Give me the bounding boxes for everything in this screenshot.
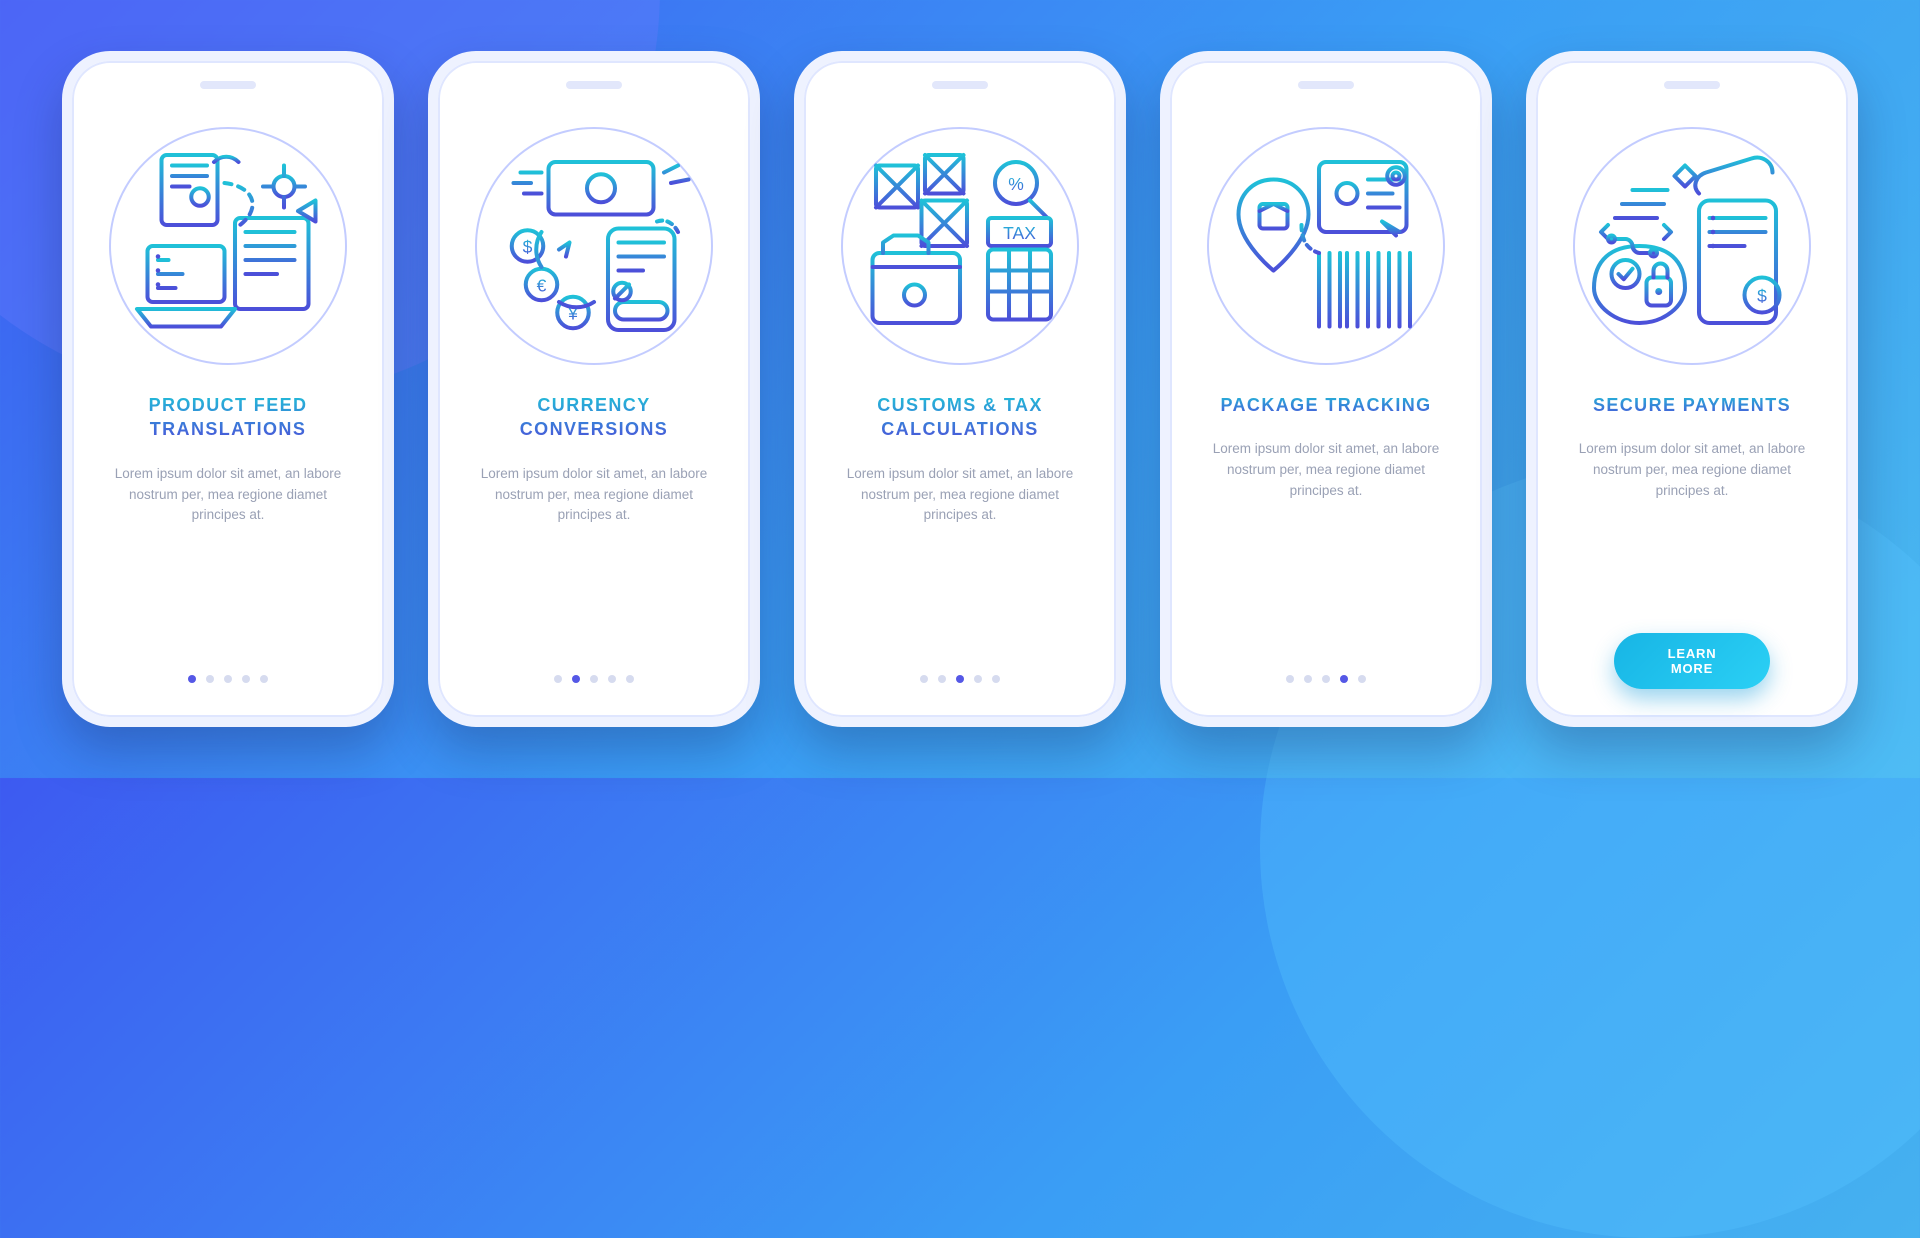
dot-2[interactable] xyxy=(572,675,580,683)
screen-description: Lorem ipsum dolor sit amet, an labore no… xyxy=(108,464,348,527)
dot-4[interactable] xyxy=(242,675,250,683)
dot-2[interactable] xyxy=(206,675,214,683)
illustration-area xyxy=(109,127,347,365)
page-indicator xyxy=(554,675,634,683)
learn-more-button[interactable]: LEARN MORE xyxy=(1614,633,1770,689)
illustration-ring xyxy=(475,127,713,365)
dot-5[interactable] xyxy=(1358,675,1366,683)
onboarding-screen-5: $ SECURE PAYMENTS Lorem ipsum dolor sit … xyxy=(1526,51,1858,727)
screen-description: Lorem ipsum dolor sit amet, an labore no… xyxy=(1572,439,1812,502)
dot-2[interactable] xyxy=(1304,675,1312,683)
dot-5[interactable] xyxy=(992,675,1000,683)
dot-3[interactable] xyxy=(590,675,598,683)
page-indicator xyxy=(1286,675,1366,683)
dot-5[interactable] xyxy=(626,675,634,683)
screen-title: PACKAGE TRACKING xyxy=(1220,393,1431,417)
illustration-ring xyxy=(109,127,347,365)
screen-title: PRODUCT FEED TRANSLATIONS xyxy=(103,393,353,442)
onboarding-screen-2: $ € ¥ CURRENCY CONVERSIONS Lorem ipsum d… xyxy=(428,51,760,727)
dot-3[interactable] xyxy=(224,675,232,683)
dot-1[interactable] xyxy=(1286,675,1294,683)
phone-speaker xyxy=(200,81,256,89)
onboarding-stage: PRODUCT FEED TRANSLATIONS Lorem ipsum do… xyxy=(0,0,1920,778)
dot-1[interactable] xyxy=(920,675,928,683)
phone-speaker xyxy=(932,81,988,89)
illustration-ring xyxy=(1573,127,1811,365)
screen-title: CUSTOMS & TAX CALCULATIONS xyxy=(835,393,1085,442)
phone-speaker xyxy=(1664,81,1720,89)
dot-1[interactable] xyxy=(188,675,196,683)
illustration-area: % TAX xyxy=(841,127,1079,365)
dot-4[interactable] xyxy=(1340,675,1348,683)
phone-speaker xyxy=(566,81,622,89)
dot-2[interactable] xyxy=(938,675,946,683)
illustration-area: $ xyxy=(1573,127,1811,365)
phone-speaker xyxy=(1298,81,1354,89)
onboarding-screen-1: PRODUCT FEED TRANSLATIONS Lorem ipsum do… xyxy=(62,51,394,727)
dot-1[interactable] xyxy=(554,675,562,683)
onboarding-screen-3: % TAX CUSTOMS & TAX CALCULATIONS Lorem i… xyxy=(794,51,1126,727)
screen-description: Lorem ipsum dolor sit amet, an labore no… xyxy=(474,464,714,527)
screen-description: Lorem ipsum dolor sit amet, an labore no… xyxy=(1206,439,1446,502)
dot-3[interactable] xyxy=(956,675,964,683)
onboarding-screen-4: PACKAGE TRACKING Lorem ipsum dolor sit a… xyxy=(1160,51,1492,727)
page-indicator xyxy=(920,675,1000,683)
page-indicator xyxy=(188,675,268,683)
dot-3[interactable] xyxy=(1322,675,1330,683)
screen-description: Lorem ipsum dolor sit amet, an labore no… xyxy=(840,464,1080,527)
screen-title: SECURE PAYMENTS xyxy=(1593,393,1791,417)
illustration-area: $ € ¥ xyxy=(475,127,713,365)
dot-4[interactable] xyxy=(608,675,616,683)
dot-5[interactable] xyxy=(260,675,268,683)
dot-4[interactable] xyxy=(974,675,982,683)
illustration-ring xyxy=(1207,127,1445,365)
illustration-ring xyxy=(841,127,1079,365)
screen-title: CURRENCY CONVERSIONS xyxy=(469,393,719,442)
illustration-area xyxy=(1207,127,1445,365)
